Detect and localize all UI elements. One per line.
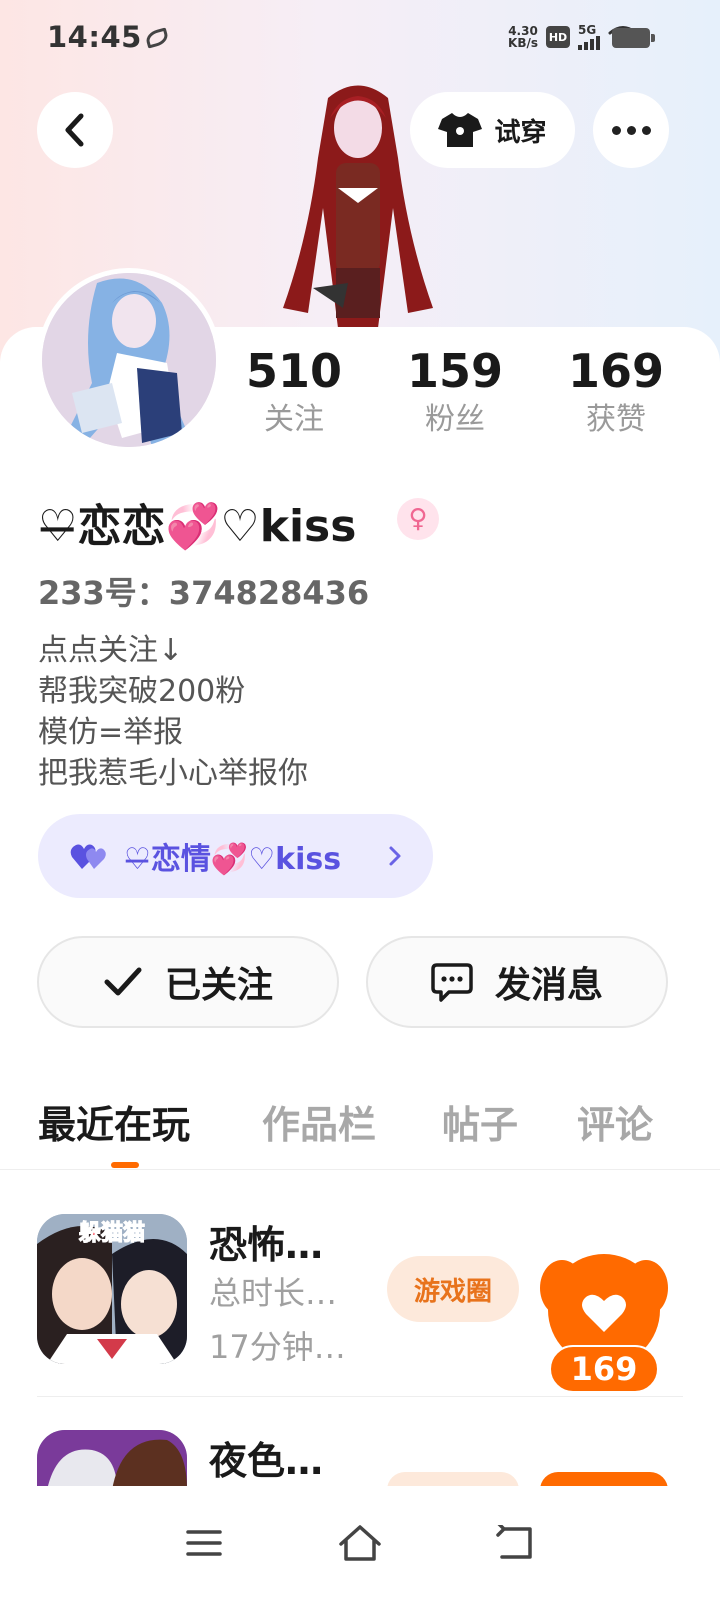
game-thumbnail: 躲猫猫 (37, 1214, 187, 1364)
followed-button[interactable]: 已关注 (37, 936, 339, 1028)
list-item[interactable]: 夜色… (37, 1430, 683, 1490)
like-count: 169 (571, 1350, 638, 1388)
more-options-button[interactable] (593, 92, 669, 168)
status-time: 14:45 (47, 20, 142, 54)
chevron-right-icon (389, 846, 401, 866)
nickname-suffix: ♡kiss (220, 501, 357, 552)
menu-icon (186, 1530, 222, 1556)
tab-indicator (111, 1162, 139, 1168)
chat-bubble-icon (431, 963, 473, 1002)
back-nav-icon (496, 1525, 532, 1559)
like-bubble-button[interactable]: 169 (540, 1254, 668, 1393)
followed-label: 已关注 (164, 965, 273, 1006)
game-circle-button[interactable]: 游戏圈 (387, 1256, 519, 1322)
tab-works[interactable]: 作品栏 (262, 1094, 376, 1149)
system-nav-bar (0, 1486, 720, 1600)
gender-female-icon: ♀ (397, 498, 439, 540)
send-message-button[interactable]: 发消息 (366, 936, 668, 1028)
nav-home-button[interactable] (338, 1521, 382, 1565)
game-badge-text: 躲猫猫 (79, 1220, 145, 1246)
nav-back-button[interactable] (494, 1521, 538, 1565)
checkmark-icon (104, 967, 142, 996)
stat-following-value: 510 (245, 344, 343, 398)
back-button[interactable] (37, 92, 113, 168)
send-message-label: 发消息 (494, 965, 603, 1006)
game-title: 夜色… (209, 1439, 324, 1483)
tab-recently-played[interactable]: 最近在玩 (38, 1094, 190, 1149)
tab-comments[interactable]: 评论 (577, 1094, 653, 1149)
group-label: ♡̶恋情💞♡kiss (124, 842, 342, 877)
try-on-label: 试穿 (494, 117, 547, 148)
double-heart-icon (70, 844, 106, 869)
app-notification-icon (144, 27, 170, 49)
bio-line: 模仿=举报 (38, 715, 184, 750)
game-icon[interactable]: 躲猫猫 (37, 1214, 187, 1364)
stat-likes[interactable]: 169 获赞 (546, 342, 686, 438)
bio-line: 帮我突破200粉 (38, 674, 246, 709)
back-arrow-icon (65, 113, 84, 147)
hd-icon: HD (546, 26, 570, 48)
profile-tabs: 最近在玩 作品栏 帖子 评论 (0, 1090, 720, 1170)
cellular-signal-icon: 5G (578, 24, 600, 50)
home-icon (339, 1525, 381, 1561)
game-title: 恐怖… (209, 1223, 324, 1267)
stat-followers-value: 159 (406, 344, 504, 398)
tab-posts[interactable]: 帖子 (442, 1094, 518, 1149)
net-speed-unit: KB/s (508, 36, 538, 50)
bio: 点点关注↓ 帮我突破200粉 模仿=举报 把我惹毛小心举报你 (38, 630, 308, 794)
avatar[interactable] (37, 268, 221, 452)
stat-likes-label: 获赞 (586, 402, 646, 437)
group-chip[interactable]: ♡̶恋情💞♡kiss (38, 814, 433, 898)
battery-icon (612, 28, 655, 48)
game-recent-time: 17分钟… (209, 1328, 346, 1366)
stat-following-label: 关注 (264, 402, 324, 437)
more-dots-icon (611, 125, 651, 135)
like-bubble-graphic: 169 (540, 1254, 668, 1393)
user-id[interactable]: 233号：374828436 (38, 568, 369, 614)
nickname-heart: 💞 (165, 501, 221, 552)
game-total-time: 总时长… (209, 1274, 338, 1312)
game-icon[interactable] (37, 1430, 187, 1490)
try-on-button[interactable]: 试穿 (410, 92, 575, 168)
nav-menu-button[interactable] (182, 1521, 226, 1565)
stat-likes-value: 169 (567, 344, 665, 398)
stat-followers-label: 粉丝 (425, 402, 485, 437)
game-thumbnail (37, 1430, 187, 1490)
stat-following[interactable]: 510 关注 (224, 342, 364, 438)
bio-line: 点点关注↓ (38, 633, 184, 668)
bio-line: 把我惹毛小心举报你 (38, 756, 308, 791)
avatar-image (42, 273, 216, 447)
list-divider (37, 1396, 683, 1397)
net-speed: 4.30 KB/s (508, 25, 538, 49)
network-type: 5G (578, 23, 597, 37)
nickname: ♡̶恋恋💞♡kiss (38, 490, 356, 554)
status-bar: 14:45 4.30 KB/s HD 5G (0, 0, 720, 80)
stat-followers[interactable]: 159 粉丝 (385, 342, 525, 438)
tshirt-icon (438, 113, 483, 147)
nickname-prefix: ♡̶恋恋 (38, 501, 166, 552)
